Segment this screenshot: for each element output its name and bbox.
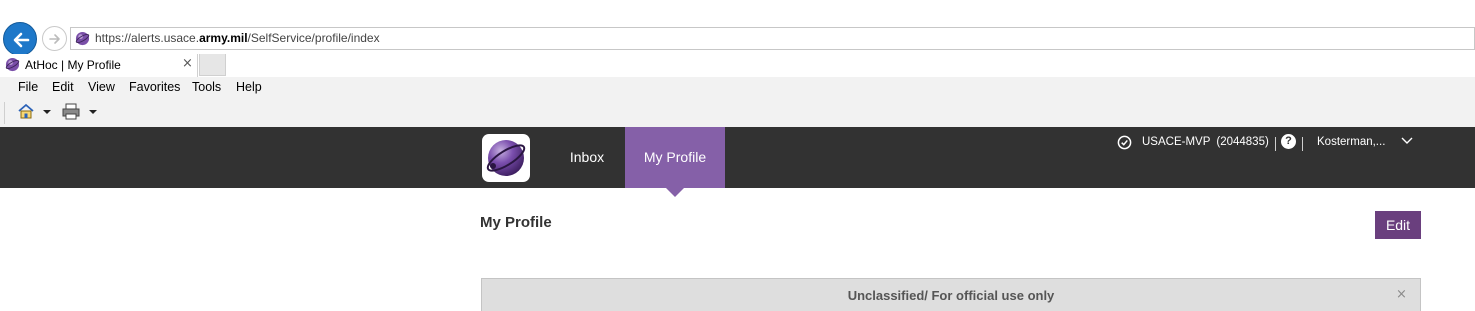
menu-edit[interactable]: Edit bbox=[52, 80, 74, 94]
banner-text: Unclassified/ For official use only bbox=[847, 288, 1055, 303]
user-menu[interactable]: Kosterman,... bbox=[1317, 136, 1385, 148]
divider bbox=[1275, 137, 1276, 151]
nav-my-profile[interactable]: My Profile bbox=[625, 127, 725, 188]
tab-close-icon[interactable]: × bbox=[182, 56, 193, 71]
athoc-favicon-icon bbox=[5, 57, 20, 72]
print-dropdown-icon[interactable] bbox=[89, 110, 97, 114]
new-tab-button[interactable] bbox=[199, 54, 226, 76]
menu-file[interactable]: File bbox=[18, 80, 38, 94]
menu-view[interactable]: View bbox=[88, 80, 115, 94]
back-arrow-icon bbox=[13, 32, 30, 48]
athoc-favicon-icon bbox=[75, 31, 90, 46]
forward-button[interactable] bbox=[42, 26, 67, 51]
print-icon[interactable] bbox=[62, 103, 80, 120]
forward-arrow-icon bbox=[49, 34, 60, 44]
address-bar[interactable]: https://alerts.usace.army.mil/SelfServic… bbox=[70, 27, 1475, 50]
menu-help[interactable]: Help bbox=[236, 80, 262, 94]
home-dropdown-icon[interactable] bbox=[43, 110, 51, 114]
org-name: USACE-MVP bbox=[1142, 136, 1211, 148]
menu-bar: File Edit View Favorites Tools Help bbox=[0, 77, 1475, 99]
athoc-logo[interactable] bbox=[482, 134, 530, 182]
help-icon[interactable]: ? bbox=[1281, 134, 1296, 149]
tab-strip: AtHoc | My Profile × bbox=[0, 54, 1475, 77]
athoc-globe-icon bbox=[486, 140, 526, 176]
classification-banner: Unclassified/ For official use only × bbox=[481, 278, 1421, 311]
browser-chrome: https://alerts.usace.army.mil/SelfServic… bbox=[0, 0, 1475, 127]
chevron-down-icon[interactable] bbox=[1401, 136, 1413, 146]
back-button[interactable] bbox=[3, 22, 37, 56]
close-icon[interactable]: × bbox=[1396, 287, 1407, 302]
app-navbar: Inbox My Profile USACE-MVP (2044835) ? Ko… bbox=[0, 127, 1475, 188]
active-tab-pointer bbox=[666, 188, 684, 197]
organization-selector[interactable]: USACE-MVP (2044835) bbox=[1142, 136, 1269, 148]
command-bar bbox=[0, 99, 1475, 127]
page-title: My Profile bbox=[480, 214, 552, 231]
command-bar-divider bbox=[4, 102, 5, 124]
divider bbox=[1302, 137, 1303, 151]
menu-tools[interactable]: Tools bbox=[192, 80, 221, 94]
menu-favorites[interactable]: Favorites bbox=[129, 80, 180, 94]
check-circle-icon bbox=[1117, 135, 1132, 150]
edit-button[interactable]: Edit bbox=[1375, 211, 1421, 239]
tab-my-profile[interactable]: AtHoc | My Profile × bbox=[0, 54, 198, 77]
nav-inbox[interactable]: Inbox bbox=[547, 127, 627, 188]
url-text: https://alerts.usace.army.mil/SelfServic… bbox=[95, 31, 380, 45]
home-icon[interactable] bbox=[17, 103, 35, 120]
tab-title: AtHoc | My Profile bbox=[25, 58, 121, 72]
org-id: (2044835) bbox=[1216, 136, 1269, 148]
